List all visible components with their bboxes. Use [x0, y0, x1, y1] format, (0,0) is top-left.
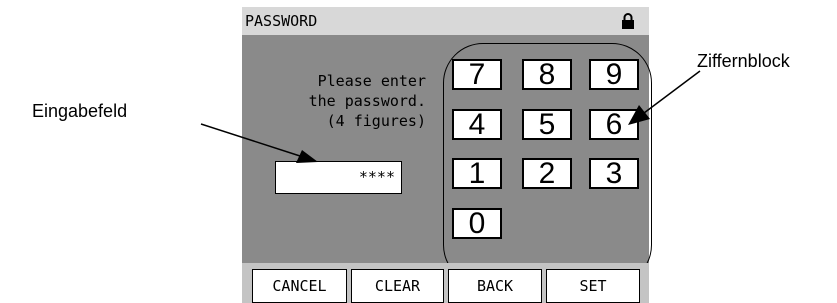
- password-screen: PASSWORD Please enter the password. (4 f…: [242, 7, 652, 303]
- key-5[interactable]: 5: [522, 109, 572, 140]
- key-8[interactable]: 8: [522, 59, 572, 90]
- lock-icon: [621, 13, 635, 29]
- key-7[interactable]: 7: [452, 59, 502, 90]
- key-4[interactable]: 4: [452, 109, 502, 140]
- prompt-line-2: the password.: [308, 92, 426, 110]
- key-6[interactable]: 6: [589, 109, 639, 140]
- back-button[interactable]: BACK: [448, 269, 542, 303]
- password-prompt: Please enter the password. (4 figures): [276, 71, 426, 131]
- annotation-keypad-label: Ziffernblock: [697, 51, 790, 71]
- annotation-input-field-label: Eingabefeld: [32, 101, 128, 121]
- set-button[interactable]: SET: [546, 269, 640, 303]
- clear-button[interactable]: CLEAR: [351, 269, 444, 303]
- key-1[interactable]: 1: [452, 158, 502, 189]
- prompt-line-1: Please enter: [317, 72, 426, 90]
- password-input[interactable]: ****: [275, 161, 402, 194]
- key-9[interactable]: 9: [589, 59, 639, 90]
- screen-title: PASSWORD: [245, 12, 318, 30]
- cancel-button[interactable]: CANCEL: [252, 269, 347, 303]
- prompt-line-3: (4 figures): [326, 112, 426, 130]
- key-3[interactable]: 3: [589, 158, 639, 189]
- softkey-bar: CANCEL CLEAR BACK SET: [242, 263, 649, 303]
- key-0[interactable]: 0: [452, 208, 502, 239]
- title-bar: PASSWORD: [242, 7, 649, 35]
- key-2[interactable]: 2: [522, 158, 572, 189]
